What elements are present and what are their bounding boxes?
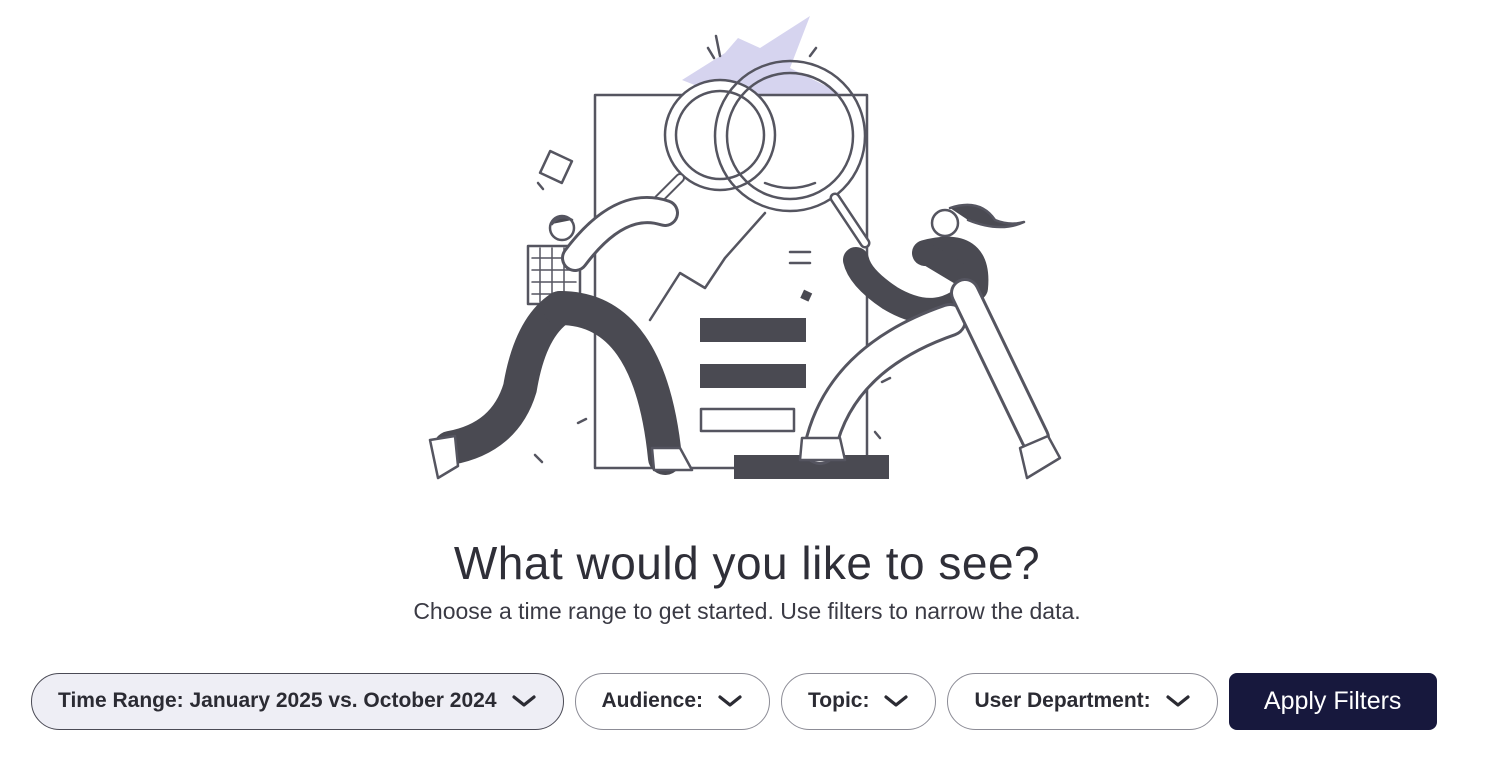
page-subtitle: Choose a time range to get started. Use …: [413, 598, 1081, 624]
topic-dropdown[interactable]: Topic:: [781, 672, 937, 730]
time-range-label: Time Range: January 2025 vs. October 202…: [58, 689, 497, 712]
audience-label: Audience:: [601, 689, 704, 712]
time-range-dropdown[interactable]: Time Range: January 2025 vs. October 202…: [31, 672, 564, 730]
chevron-down-icon: [511, 695, 536, 707]
chevron-down-icon: [1166, 695, 1190, 707]
chevron-down-icon: [884, 695, 909, 707]
user-department-dropdown[interactable]: User Department:: [947, 672, 1218, 730]
user-department-label: User Department:: [974, 689, 1151, 712]
page-title: What would you like to see?: [453, 537, 1041, 589]
apply-filters-button[interactable]: Apply Filters: [1228, 672, 1437, 730]
chevron-down-icon: [718, 695, 742, 707]
search-illustration: [428, 16, 1062, 480]
audience-dropdown[interactable]: Audience:: [574, 672, 771, 730]
filter-bar: Time Range: January 2025 vs. October 202…: [31, 672, 1437, 730]
topic-label: Topic:: [808, 689, 870, 712]
